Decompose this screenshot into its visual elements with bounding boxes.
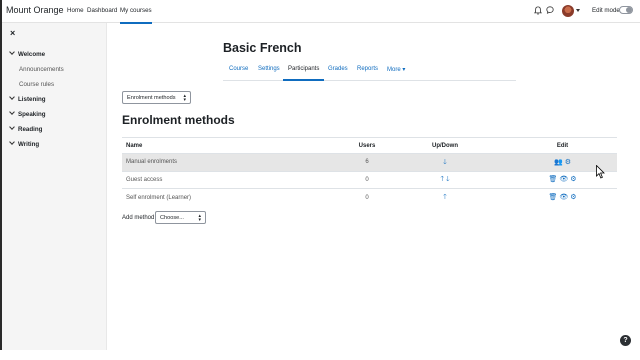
- col-edit: Edit: [508, 137, 617, 154]
- add-method-select[interactable]: Choose... ▴ ▾: [155, 211, 206, 224]
- course-index-drawer: × Welcome Announcements Course rules Lis…: [2, 23, 107, 350]
- course-title: Basic French: [223, 41, 302, 55]
- section-label: Reading: [18, 126, 43, 133]
- method-name: Self enrolment (Learner): [122, 188, 352, 206]
- chevron-down-icon[interactable]: [9, 94, 15, 100]
- top-navbar: Mount Orange Home Dashboard My courses E…: [2, 0, 640, 24]
- tab-reports[interactable]: Reports: [357, 66, 378, 72]
- messages-icon[interactable]: [546, 6, 554, 14]
- updown-cell: 🡓: [382, 153, 508, 171]
- table-row: Guest access 0 🡑 🡓 🗑 👁 ⚙: [122, 170, 617, 189]
- eye-icon[interactable]: 👁: [559, 194, 568, 201]
- site-brand[interactable]: Mount Orange: [6, 5, 64, 15]
- chevron-down-icon[interactable]: [576, 9, 580, 12]
- mouse-cursor-icon: [596, 165, 605, 179]
- edit-mode-toggle[interactable]: [619, 6, 633, 14]
- trash-icon[interactable]: 🗑: [548, 176, 557, 183]
- tab-settings[interactable]: Settings: [258, 66, 280, 72]
- trash-icon[interactable]: 🗑: [548, 194, 557, 201]
- section-speaking[interactable]: Speaking: [9, 109, 46, 118]
- drawer-item-course-rules[interactable]: Course rules: [19, 81, 54, 88]
- section-welcome[interactable]: Welcome: [9, 49, 46, 58]
- help-icon[interactable]: ?: [620, 335, 631, 346]
- method-name: Manual enrolments: [122, 153, 352, 171]
- col-users: Users: [352, 137, 382, 154]
- section-label: Writing: [18, 141, 40, 148]
- enrol-users-icon[interactable]: 👥: [554, 159, 563, 166]
- select-caret-icon: ▴ ▾: [183, 93, 186, 103]
- tab-more[interactable]: More ▾: [387, 66, 405, 73]
- arrow-down-icon[interactable]: 🡓: [443, 159, 447, 166]
- tab-participants[interactable]: Participants: [283, 66, 325, 81]
- tertiary-nav-select[interactable]: Enrolment methods ▴ ▾: [122, 91, 191, 104]
- section-listening[interactable]: Listening: [9, 94, 46, 103]
- bottom-strip: [0, 350, 640, 360]
- method-users: 0: [352, 188, 382, 206]
- method-name: Guest access: [122, 170, 352, 189]
- gear-icon[interactable]: ⚙: [570, 176, 576, 183]
- eye-icon[interactable]: 👁: [559, 176, 568, 183]
- section-label: Welcome: [18, 51, 46, 58]
- section-label: Speaking: [18, 111, 46, 118]
- section-label: Listening: [18, 96, 46, 103]
- select-value: Choose...: [160, 215, 184, 221]
- gear-icon[interactable]: ⚙: [565, 159, 571, 166]
- table-row: Self enrolment (Learner) 0 🡑 🗑 👁 ⚙: [122, 188, 617, 206]
- table-header-row: Name Users Up/Down Edit: [122, 137, 617, 154]
- section-writing[interactable]: Writing: [9, 139, 40, 148]
- arrow-down-icon[interactable]: 🡓: [446, 176, 450, 183]
- select-caret-icon: ▴ ▾: [198, 213, 201, 223]
- col-name: Name: [122, 137, 352, 154]
- table-row: Manual enrolments 6 🡓 👥 ⚙: [122, 153, 617, 171]
- col-updown: Up/Down: [382, 137, 508, 154]
- gear-icon[interactable]: ⚙: [570, 194, 576, 201]
- drawer-item-announcements[interactable]: Announcements: [19, 66, 64, 73]
- chevron-down-icon[interactable]: [9, 139, 15, 145]
- tab-grades[interactable]: Grades: [328, 66, 348, 72]
- arrow-up-icon[interactable]: 🡑: [440, 176, 444, 183]
- chevron-down-icon[interactable]: [9, 109, 15, 115]
- enrolment-methods-table: Name Users Up/Down Edit Manual enrolment…: [122, 137, 617, 206]
- updown-cell: 🡑: [382, 188, 508, 206]
- close-drawer-icon[interactable]: ×: [10, 28, 15, 38]
- chevron-down-icon[interactable]: [9, 49, 15, 55]
- course-secondary-nav: Course Settings Participants Grades Repo…: [223, 60, 516, 81]
- updown-cell: 🡑 🡓: [382, 170, 508, 189]
- notifications-icon[interactable]: [534, 6, 542, 15]
- add-method-label: Add method: [122, 215, 155, 221]
- app-frame: Mount Orange Home Dashboard My courses E…: [0, 0, 640, 350]
- user-avatar[interactable]: [562, 5, 574, 17]
- method-users: 0: [352, 170, 382, 189]
- section-reading[interactable]: Reading: [9, 124, 43, 133]
- edit-cell: 🗑 👁 ⚙: [508, 188, 617, 206]
- method-users: 6: [352, 153, 382, 171]
- select-value: Enrolment methods: [127, 95, 176, 101]
- page-heading: Enrolment methods: [122, 113, 235, 127]
- edit-mode-label: Edit mode: [592, 7, 620, 14]
- nav-home[interactable]: Home: [67, 7, 84, 14]
- tab-course[interactable]: Course: [229, 66, 248, 72]
- nav-my-courses[interactable]: My courses: [120, 7, 152, 24]
- nav-dashboard[interactable]: Dashboard: [87, 7, 117, 14]
- arrow-up-icon[interactable]: 🡑: [443, 194, 447, 201]
- chevron-down-icon[interactable]: [9, 124, 15, 130]
